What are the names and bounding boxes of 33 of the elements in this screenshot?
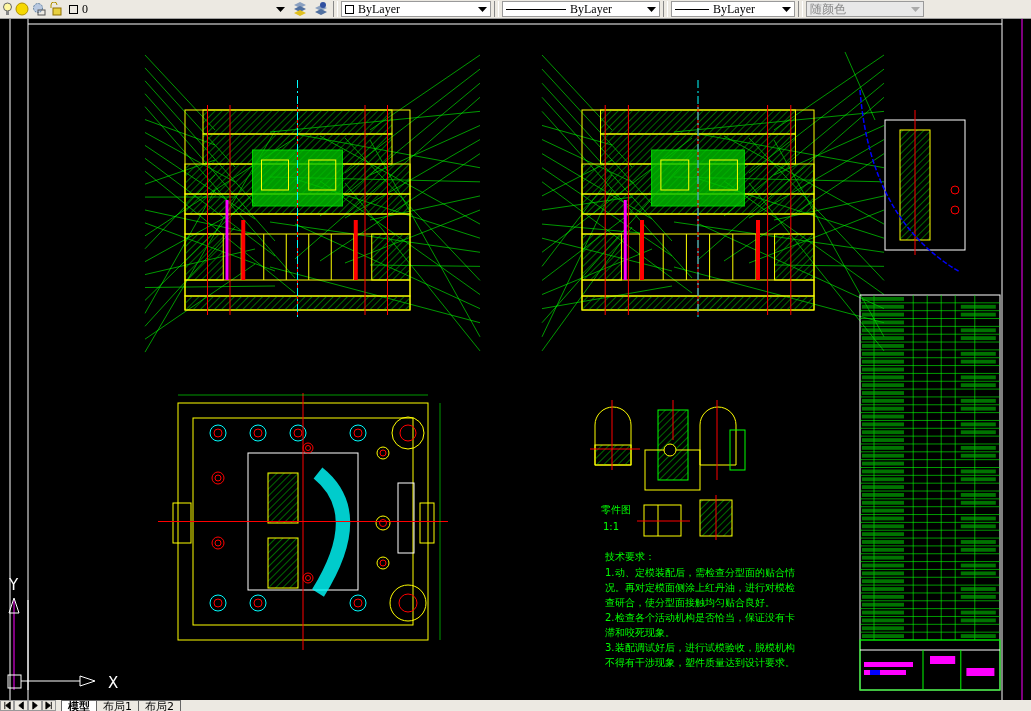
dropdown-arrow-icon bbox=[647, 6, 656, 12]
requirements-line: 1.动、定模装配后，需检查分型面的贴合情 bbox=[605, 567, 795, 578]
lightbulb-icon[interactable] bbox=[3, 2, 12, 16]
part-view-title: 零件图 bbox=[601, 504, 631, 515]
requirements-line: 不得有干涉现象，塑件质量达到设计要求。 bbox=[605, 657, 795, 668]
last-page-button[interactable] bbox=[42, 700, 56, 711]
requirements-line: 况。再对定模面侧涂上红丹油，进行对模检 bbox=[605, 582, 795, 593]
next-button[interactable] bbox=[28, 700, 42, 711]
layout-tab[interactable]: 布局2 bbox=[138, 700, 181, 711]
layout-tab[interactable]: 布局1 bbox=[96, 700, 139, 711]
requirements-title: 技术要求： bbox=[605, 551, 655, 562]
dropdown-arrow-icon bbox=[782, 6, 791, 12]
line-sample bbox=[675, 8, 709, 10]
previous-button[interactable] bbox=[14, 700, 28, 711]
layer-dropdown[interactable]: 0 bbox=[66, 1, 288, 17]
dropdown-arrow-icon bbox=[276, 6, 285, 12]
dropdown-arrow-icon bbox=[478, 6, 487, 12]
part-view-scale: 1:1 bbox=[603, 521, 620, 532]
requirements-line: 查研合，使分型面接触均匀贴合良好。 bbox=[605, 597, 775, 608]
requirements-line: 3.装配调试好后，进行试模验收，脱模机构 bbox=[605, 642, 795, 653]
color-swatch bbox=[345, 4, 354, 14]
dropdown-arrow-icon bbox=[911, 6, 920, 12]
color-dropdown[interactable]: ByLayer bbox=[341, 1, 491, 17]
requirements-line: 2.检查各个活动机构是否恰当，保证没有卡 bbox=[605, 612, 795, 623]
requirements-line: 滞和咬死现象。 bbox=[605, 627, 675, 638]
first-page-button[interactable] bbox=[0, 700, 14, 711]
linetype-dropdown[interactable]: ByLayer bbox=[502, 1, 660, 17]
layer-color-swatch bbox=[69, 4, 78, 14]
padlock-icon[interactable] bbox=[49, 2, 63, 16]
line-sample bbox=[506, 8, 566, 10]
lineweight-dropdown[interactable]: ByLayer bbox=[671, 1, 795, 17]
y-axis-label: Y bbox=[9, 576, 19, 594]
x-axis-label: X bbox=[108, 674, 119, 692]
